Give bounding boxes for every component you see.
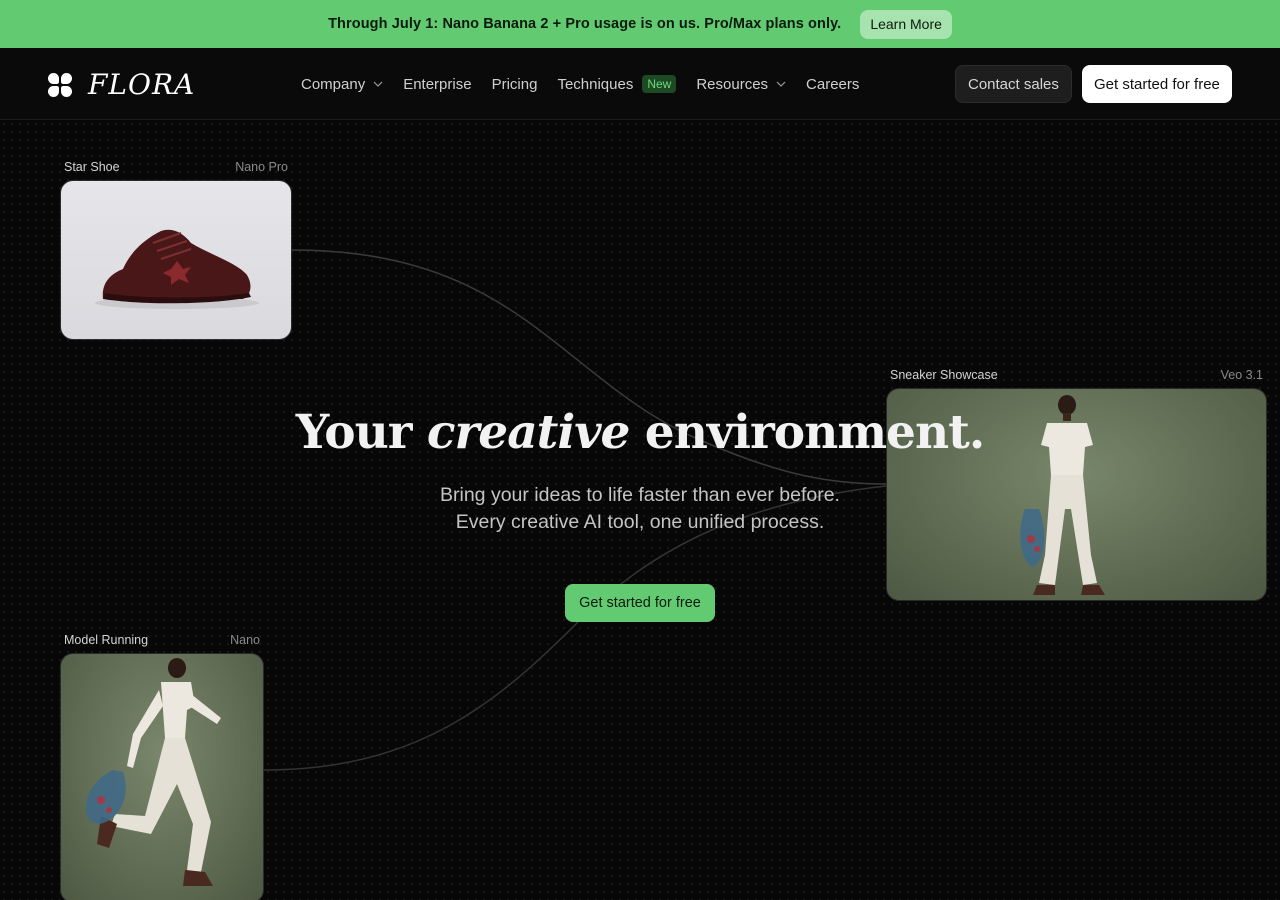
card-title: Model Running	[64, 633, 149, 647]
model-running-image	[60, 653, 264, 900]
hero-get-started-button[interactable]: Get started for free	[565, 584, 715, 622]
hero-title-emphasis: creative	[426, 405, 631, 460]
nav-item-careers[interactable]: Careers	[806, 76, 859, 93]
contact-sales-button[interactable]: Contact sales	[955, 65, 1072, 103]
hero-subtitle-line: Bring your ideas to life faster than eve…	[440, 484, 840, 506]
hero-subtitle-line: Every creative AI tool, one unified proc…	[455, 511, 825, 533]
nav-item-label: Enterprise	[403, 75, 472, 93]
promo-banner: Through July 1: Nano Banana 2 + Pro usag…	[0, 0, 1280, 48]
chevron-down-icon	[373, 79, 383, 90]
node-card-model-running[interactable]: Model Running Nano	[60, 633, 264, 900]
nav-item-resources[interactable]: Resources	[696, 76, 786, 93]
nav-item-label: Careers	[806, 75, 860, 93]
nav-item-label: Techniques	[557, 75, 634, 93]
hero-title-pre: Your	[295, 405, 413, 460]
new-badge: New	[642, 75, 677, 93]
hero-title-post: environment.	[644, 405, 985, 460]
chevron-down-icon	[776, 79, 786, 90]
top-navigation: FLORA Company Enterprise Pricing Techniq…	[0, 48, 1280, 120]
nav-item-label: Company	[301, 75, 366, 93]
nav-item-techniques[interactable]: Techniques New	[557, 75, 677, 93]
flora-logo[interactable]: FLORA	[48, 68, 195, 101]
nav-item-company[interactable]: Company	[301, 76, 383, 93]
card-title: Sneaker Showcase	[890, 368, 998, 382]
nav-links: Company Enterprise Pricing Techniques Ne…	[301, 48, 879, 120]
nav-item-label: Resources	[696, 75, 769, 93]
hero-subtitle: Bring your ideas to life faster than eve…	[0, 482, 1280, 536]
flora-flower-icon	[48, 72, 72, 97]
nav-item-pricing[interactable]: Pricing	[492, 76, 538, 93]
banner-text: Through July 1: Nano Banana 2 + Pro usag…	[328, 16, 842, 32]
hero-title: Your creative environment.	[0, 405, 1280, 460]
card-title: Star Shoe	[64, 160, 120, 174]
card-model: Nano Pro	[235, 160, 288, 174]
card-model: Veo 3.1	[1220, 368, 1263, 382]
learn-more-button[interactable]: Learn More	[860, 9, 952, 39]
nav-item-enterprise[interactable]: Enterprise	[403, 76, 471, 93]
get-started-nav-button[interactable]: Get started for free	[1082, 65, 1232, 103]
card-model: Nano	[230, 633, 260, 647]
nav-item-label: Pricing	[491, 75, 538, 93]
shoe-image	[60, 180, 292, 340]
node-card-star-shoe[interactable]: Star Shoe Nano Pro	[60, 160, 292, 340]
logo-wordmark: FLORA	[88, 68, 196, 101]
